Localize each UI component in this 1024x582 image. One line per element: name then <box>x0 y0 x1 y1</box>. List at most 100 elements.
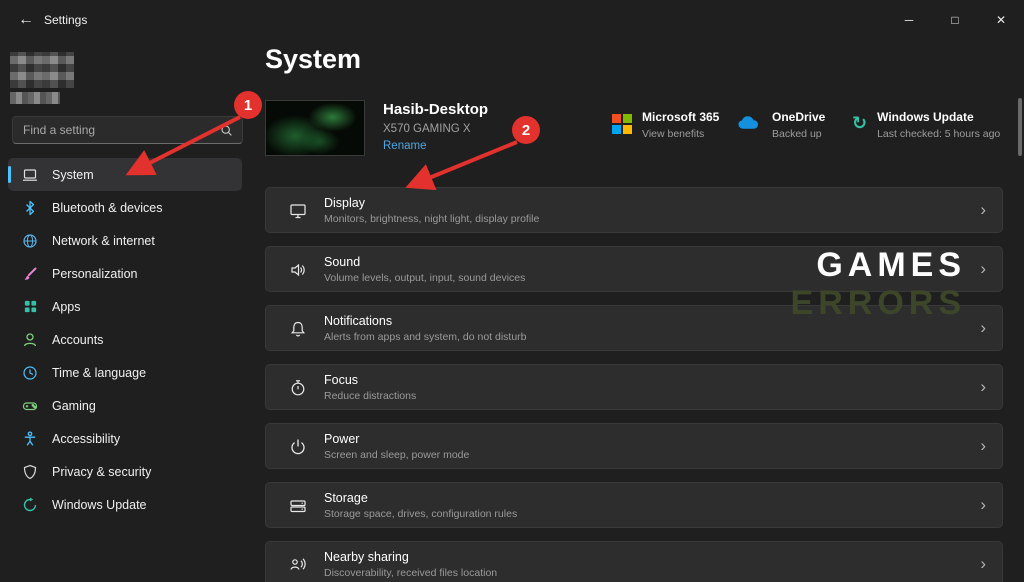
sidebar-item-label: Network & internet <box>52 234 155 248</box>
row-description: Volume levels, output, input, sound devi… <box>324 272 525 284</box>
sidebar-item-windows-update[interactable]: Windows Update <box>8 488 242 521</box>
row-label: Storage <box>324 491 368 505</box>
search-input[interactable] <box>13 123 220 137</box>
sidebar-item-label: Accounts <box>52 333 103 347</box>
shield-icon <box>22 464 38 480</box>
chevron-right-icon: › <box>980 200 986 220</box>
chevron-right-icon: › <box>980 495 986 515</box>
row-label: Sound <box>324 255 360 269</box>
scrollbar-thumb[interactable] <box>1018 98 1022 156</box>
sidebar-item-system[interactable]: System <box>8 158 242 191</box>
sidebar-item-label: Bluetooth & devices <box>52 201 163 215</box>
row-focus[interactable]: Focus Reduce distractions › <box>265 364 1003 410</box>
gamepad-icon <box>22 398 38 414</box>
annotation-arrow-2 <box>412 142 517 185</box>
settings-list: Display Monitors, brightness, night ligh… <box>265 187 1003 582</box>
device-thumbnail <box>265 100 365 156</box>
chevron-right-icon: › <box>980 554 986 574</box>
update-arrows-icon <box>22 497 38 513</box>
row-label: Focus <box>324 373 358 387</box>
avatar[interactable] <box>10 52 74 88</box>
row-label: Power <box>324 432 359 446</box>
search-box[interactable] <box>12 116 243 144</box>
paintbrush-icon <box>22 266 38 282</box>
maximize-button[interactable]: □ <box>932 0 978 40</box>
row-display[interactable]: Display Monitors, brightness, night ligh… <box>265 187 1003 233</box>
nearby-sharing-icon <box>289 556 307 574</box>
row-notifications[interactable]: Notifications Alerts from apps and syste… <box>265 305 1003 351</box>
user-name-redacted <box>10 92 60 104</box>
chevron-right-icon: › <box>980 318 986 338</box>
sidebar-item-gaming[interactable]: Gaming <box>8 389 242 422</box>
row-description: Reduce distractions <box>324 390 416 402</box>
sidebar-item-label: Accessibility <box>52 432 120 446</box>
sidebar-item-privacy-security[interactable]: Privacy & security <box>8 455 242 488</box>
device-name: Hasib-Desktop <box>383 101 488 118</box>
system-icon <box>22 167 38 183</box>
search-icon <box>220 124 233 137</box>
row-description: Monitors, brightness, night light, displ… <box>324 213 539 225</box>
device-model: X570 GAMING X <box>383 123 471 135</box>
annotation-number-2: 2 <box>522 122 530 139</box>
bell-icon <box>289 320 307 338</box>
card-subtitle: Last checked: 5 hours ago <box>877 128 1000 140</box>
row-description: Screen and sleep, power mode <box>324 449 469 461</box>
sidebar-item-network-internet[interactable]: Network & internet <box>8 224 242 257</box>
card-title: Microsoft 365 <box>642 110 719 124</box>
sidebar-item-label: Gaming <box>52 399 96 413</box>
update-refresh-icon: ↻ <box>852 114 867 132</box>
chevron-right-icon: › <box>980 377 986 397</box>
microsoft-logo-icon <box>612 114 632 134</box>
sidebar-item-label: Time & language <box>52 366 146 380</box>
clock-icon <box>22 365 38 381</box>
apps-grid-icon <box>22 299 38 315</box>
titlebar: ← Settings ─ □ ✕ <box>0 0 1024 40</box>
chevron-right-icon: › <box>980 436 986 456</box>
chevron-right-icon: › <box>980 259 986 279</box>
person-icon <box>22 332 38 348</box>
rename-link[interactable]: Rename <box>383 140 426 152</box>
sidebar-nav: System Bluetooth & devices Network & int… <box>8 158 242 521</box>
globe-icon <box>22 233 38 249</box>
window-controls: ─ □ ✕ <box>886 0 1024 40</box>
row-sound[interactable]: Sound Volume levels, output, input, soun… <box>265 246 1003 292</box>
card-subtitle: Backed up <box>772 128 825 140</box>
sidebar-item-label: Personalization <box>52 267 137 281</box>
annotation-circle-2 <box>512 116 540 144</box>
minimize-button[interactable]: ─ <box>886 0 932 40</box>
sidebar-item-apps[interactable]: Apps <box>8 290 242 323</box>
card-title: Windows Update <box>877 110 1000 124</box>
row-label: Nearby sharing <box>324 550 409 564</box>
sidebar-item-label: Windows Update <box>52 498 147 512</box>
back-button[interactable]: ← <box>10 4 42 36</box>
row-label: Display <box>324 196 365 210</box>
row-nearby-sharing[interactable]: Nearby sharing Discoverability, received… <box>265 541 1003 582</box>
sidebar-item-time-language[interactable]: Time & language <box>8 356 242 389</box>
sidebar-item-accounts[interactable]: Accounts <box>8 323 242 356</box>
onedrive-card[interactable]: OneDrive Backed up <box>737 110 825 140</box>
sidebar-item-label: Privacy & security <box>52 465 151 479</box>
display-icon <box>289 202 307 220</box>
sidebar-item-label: Apps <box>52 300 81 314</box>
row-storage[interactable]: Storage Storage space, drives, configura… <box>265 482 1003 528</box>
bluetooth-icon <box>22 200 38 216</box>
close-button[interactable]: ✕ <box>978 0 1024 40</box>
onedrive-cloud-icon <box>737 114 762 130</box>
row-description: Discoverability, received files location <box>324 567 497 579</box>
windows-update-card[interactable]: ↻ Windows Update Last checked: 5 hours a… <box>852 110 1000 140</box>
sidebar-item-label: System <box>52 168 94 182</box>
storage-drive-icon <box>289 497 307 515</box>
focus-timer-icon <box>289 379 307 397</box>
row-label: Notifications <box>324 314 392 328</box>
card-subtitle[interactable]: View benefits <box>642 128 719 140</box>
row-power[interactable]: Power Screen and sleep, power mode › <box>265 423 1003 469</box>
row-description: Alerts from apps and system, do not dist… <box>324 331 527 343</box>
power-icon <box>289 438 307 456</box>
microsoft-365-card[interactable]: Microsoft 365 View benefits <box>612 110 719 140</box>
sidebar-item-accessibility[interactable]: Accessibility <box>8 422 242 455</box>
speaker-icon <box>289 261 307 279</box>
sidebar-item-personalization[interactable]: Personalization <box>8 257 242 290</box>
sidebar-item-bluetooth-devices[interactable]: Bluetooth & devices <box>8 191 242 224</box>
app-title: Settings <box>44 0 87 40</box>
sidebar: System Bluetooth & devices Network & int… <box>0 40 250 582</box>
